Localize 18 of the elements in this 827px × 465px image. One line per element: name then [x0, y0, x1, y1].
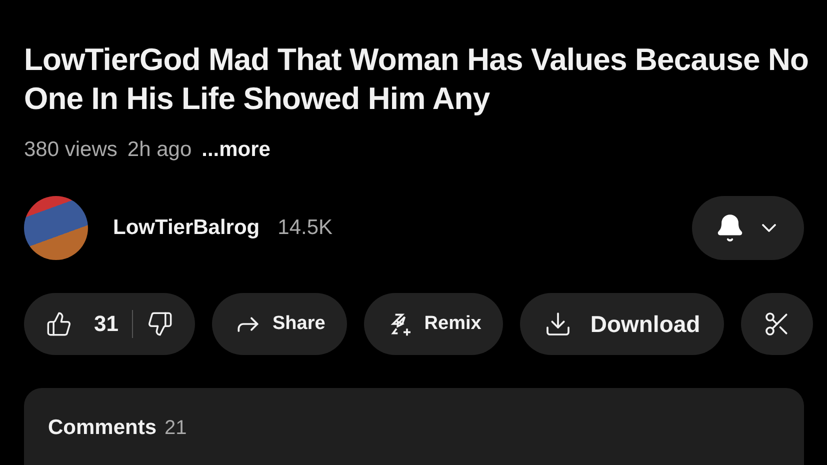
subscriber-count: 14.5K [278, 216, 333, 240]
view-count: 380 views [24, 138, 118, 162]
more-link[interactable]: ...more [202, 138, 270, 162]
video-title: LowTierGod Mad That Woman Has Values Because No One In His Life Showed Him Any [24, 41, 810, 118]
download-button[interactable]: Download [520, 293, 724, 355]
share-button[interactable]: Share [212, 293, 348, 355]
channel-name[interactable]: LowTierBalrog [113, 216, 260, 240]
thumbs-up-icon [46, 311, 72, 337]
comments-label: Comments [48, 416, 157, 440]
comments-card[interactable]: Comments 21 [24, 388, 804, 465]
comment-count: 21 [164, 417, 187, 440]
like-button[interactable]: 31 [46, 311, 118, 337]
bell-icon [715, 213, 745, 243]
upload-age: 2h ago [127, 138, 192, 162]
download-icon [544, 310, 572, 338]
remix-button[interactable]: Remix [364, 293, 504, 355]
dislike-button[interactable] [147, 311, 174, 337]
thumbs-down-icon [147, 311, 174, 337]
